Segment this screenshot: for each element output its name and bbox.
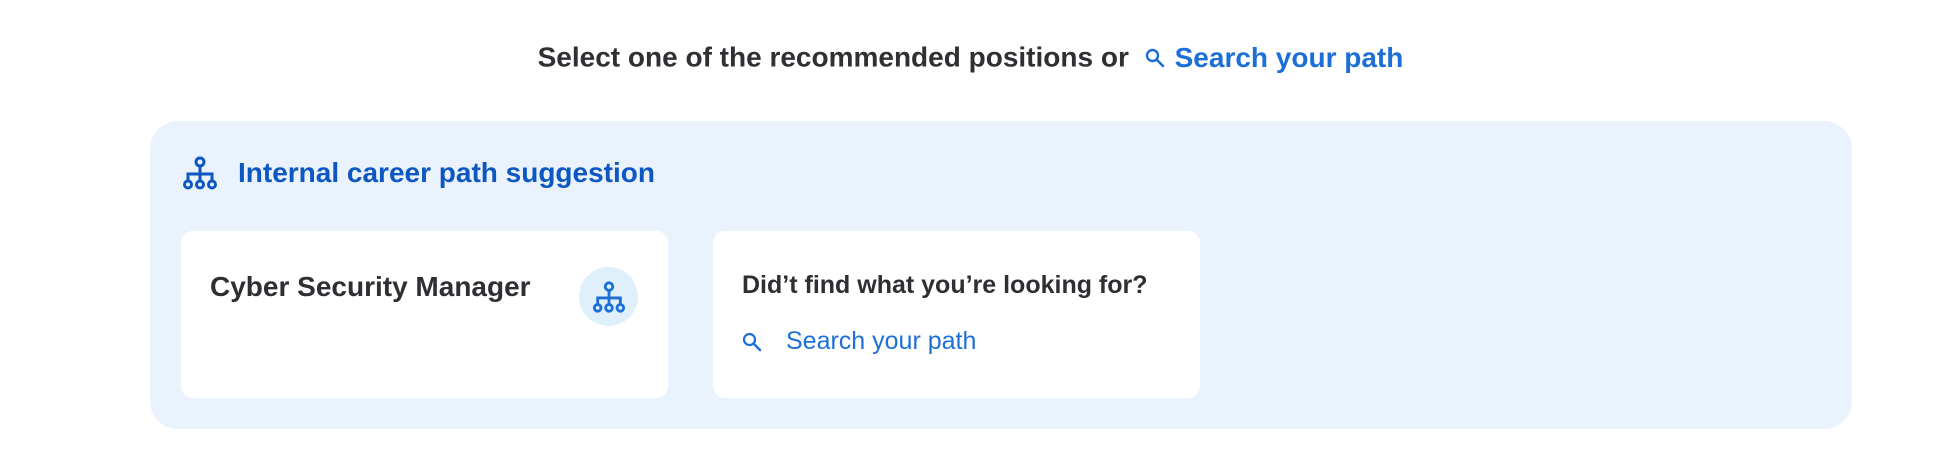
search-path-label[interactable]: Search your path <box>786 327 976 356</box>
headline-search-label[interactable]: Search your path <box>1175 38 1404 78</box>
position-title: Cyber Security Manager <box>210 271 531 302</box>
search-icon <box>1145 48 1164 67</box>
headline-search-link[interactable]: Search your path <box>1145 38 1404 78</box>
search-card-question: Did’t find what you’re looking for? <box>742 271 1148 299</box>
position-badge <box>579 267 638 326</box>
career-suggestions-panel: Internal career path suggestion Cyber Se… <box>150 121 1852 429</box>
panel-header: Internal career path suggestion <box>182 151 655 195</box>
search-card: Did’t find what you’re looking for? Sear… <box>713 231 1200 398</box>
headline-prompt: Select one of the recommended positions … <box>537 41 1129 73</box>
search-path-link[interactable]: Search your path <box>742 327 976 356</box>
position-card[interactable]: Cyber Security Manager <box>181 231 668 398</box>
page-headline: Select one of the recommended positions … <box>0 36 1941 78</box>
search-icon <box>742 332 762 351</box>
org-chart-icon <box>592 280 625 313</box>
org-chart-icon <box>183 156 217 190</box>
career-path-page: Select one of the recommended positions … <box>0 0 1941 456</box>
panel-title: Internal career path suggestion <box>238 157 655 188</box>
